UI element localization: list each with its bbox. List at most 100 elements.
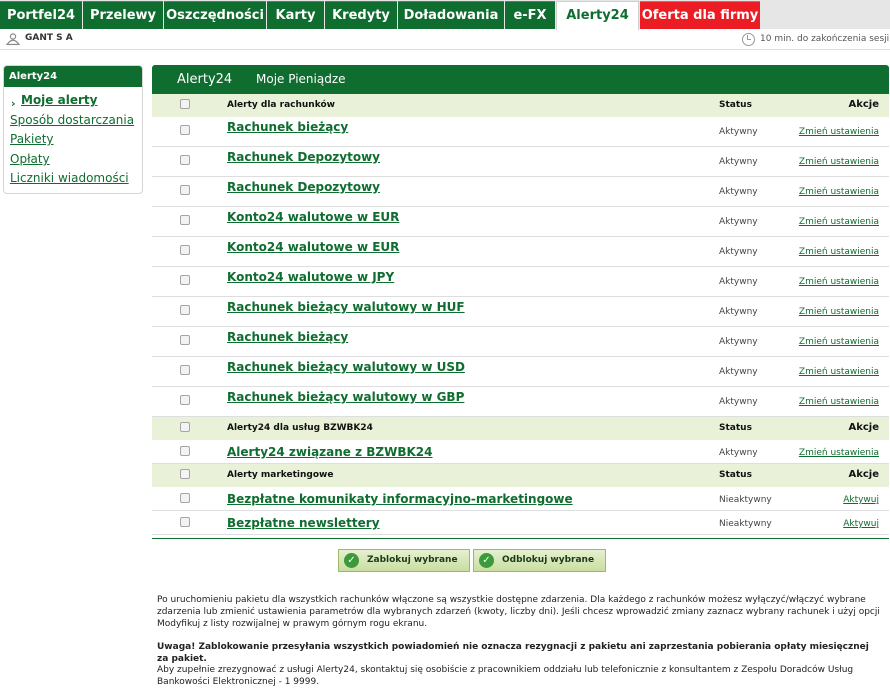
status-text: Aktywny xyxy=(719,397,758,407)
tab-oszczednosci[interactable]: Oszczędności xyxy=(164,1,266,29)
tab-efx[interactable]: e-FX xyxy=(505,1,555,29)
status-header: Status xyxy=(719,100,752,110)
status-text: Aktywny xyxy=(719,367,758,377)
actions-header: Akcje xyxy=(848,469,879,480)
row-action-link[interactable]: Aktywuj xyxy=(843,519,879,529)
table-row: Rachunek bieżący walutowy w HUF Aktywny Zm… xyxy=(152,297,889,327)
row-action-link[interactable]: Zmień ustawienia xyxy=(799,277,879,287)
row-action-link[interactable]: Zmień ustawienia xyxy=(799,337,879,347)
user-bar: GANT S A 10 min. do zakończenia sesji xyxy=(0,29,890,50)
section-header: Alerty marketingowe Status Akcje xyxy=(152,464,889,487)
alert-name-link[interactable]: Bezpłatne newslettery xyxy=(227,516,380,530)
unblock-selected-label: Odblokuj wybrane xyxy=(502,555,595,565)
unblock-selected-button[interactable]: ✓ Odblokuj wybrane xyxy=(473,549,606,572)
tab-karty[interactable]: Karty xyxy=(267,1,324,29)
company-name: GANT S A xyxy=(25,33,73,43)
check-icon: ✓ xyxy=(344,553,359,568)
row-action-link[interactable]: Zmień ustawienia xyxy=(799,127,879,137)
sidebar-item-sposob-dostarczania[interactable]: Sposób dostarczania xyxy=(10,113,134,127)
warning-text: Uwaga! Zablokowanie przesyłania wszystki… xyxy=(157,642,869,664)
status-text: Aktywny xyxy=(719,277,758,287)
tab-doladowania[interactable]: Doładowania xyxy=(398,1,504,29)
table-row: Rachunek Depozytowy Aktywny Zmień ustawien… xyxy=(152,177,889,207)
row-checkbox[interactable] xyxy=(180,185,190,195)
chevron-right-icon: › xyxy=(11,97,16,110)
row-checkbox[interactable] xyxy=(180,493,190,503)
select-all-checkbox[interactable] xyxy=(180,99,190,109)
alert-name-link[interactable]: Rachunek bieżący xyxy=(227,330,348,344)
table-row: Rachunek bieżący walutowy w GBP Aktywny Zm… xyxy=(152,387,889,417)
row-checkbox[interactable] xyxy=(180,335,190,345)
row-checkbox[interactable] xyxy=(180,395,190,405)
status-text: Aktywny xyxy=(719,448,758,458)
row-action-link[interactable]: Zmień ustawienia xyxy=(799,367,879,377)
row-checkbox[interactable] xyxy=(180,305,190,315)
tab-portfel24[interactable]: Portfel24 xyxy=(0,1,82,29)
row-checkbox[interactable] xyxy=(180,245,190,255)
tab-moje-pieniadze[interactable]: Moje Pieniądze xyxy=(256,65,346,94)
row-action-link[interactable]: Aktywuj xyxy=(843,495,879,505)
info-resign: Aby zupełnie zrezygnować z usługi Alerty… xyxy=(157,665,854,687)
sidebar-item-oplaty[interactable]: Opłaty xyxy=(10,152,50,166)
row-checkbox[interactable] xyxy=(180,125,190,135)
status-text: Aktywny xyxy=(719,337,758,347)
main-tabs: Alerty24 Moje Pieniądze xyxy=(152,65,889,94)
alert-name-link[interactable]: Rachunek bieżący walutowy w HUF xyxy=(227,300,465,314)
info-paragraph: Po uruchomieniu pakietu dla wszystkich r… xyxy=(157,595,880,629)
section-header: Alerty24 dla usług BZWBK24 Status Akcje xyxy=(152,417,889,440)
status-text: Aktywny xyxy=(719,187,758,197)
select-all-checkbox[interactable] xyxy=(180,422,190,432)
main-panel: Alerty24 Moje Pieniądze Alerty dla rachu… xyxy=(152,65,889,535)
row-action-link[interactable]: Zmień ustawienia xyxy=(799,157,879,167)
row-action-link[interactable]: Zmień ustawienia xyxy=(799,187,879,197)
table-bottom-divider xyxy=(152,538,889,539)
status-text: Aktywny xyxy=(719,127,758,137)
row-action-link[interactable]: Zmień ustawienia xyxy=(799,448,879,458)
actions-header: Akcje xyxy=(848,99,879,110)
alert-name-link[interactable]: Konto24 walutowe w EUR xyxy=(227,240,399,254)
table-row: Alerty24 związane z BZWBK24 Aktywny Zmień … xyxy=(152,440,889,464)
row-action-link[interactable]: Zmień ustawienia xyxy=(799,217,879,227)
alert-name-link[interactable]: Rachunek bieżący walutowy w GBP xyxy=(227,390,464,404)
actions-header: Akcje xyxy=(848,422,879,433)
sidebar: Alerty24 › Moje alerty Sposób dostarczan… xyxy=(3,65,143,194)
row-action-link[interactable]: Zmień ustawienia xyxy=(799,247,879,257)
table-row: Bezpłatne komunikaty informacyjno-market… xyxy=(152,487,889,511)
status-header: Status xyxy=(719,423,752,433)
alert-name-link[interactable]: Konto24 walutowe w EUR xyxy=(227,210,399,224)
select-all-checkbox[interactable] xyxy=(180,469,190,479)
sidebar-item-moje-alerty[interactable]: Moje alerty xyxy=(21,93,97,107)
sidebar-title: Alerty24 xyxy=(4,66,142,87)
alert-name-link[interactable]: Alerty24 związane z BZWBK24 xyxy=(227,445,433,459)
row-checkbox[interactable] xyxy=(180,275,190,285)
section-title: Alerty24 dla usług BZWBK24 xyxy=(227,423,373,433)
alert-name-link[interactable]: Rachunek bieżący xyxy=(227,120,348,134)
row-action-link[interactable]: Zmień ustawienia xyxy=(799,397,879,407)
alert-name-link[interactable]: Rachunek Depozytowy xyxy=(227,180,380,194)
row-checkbox[interactable] xyxy=(180,446,190,456)
alert-name-link[interactable]: Rachunek bieżący walutowy w USD xyxy=(227,360,465,374)
alert-name-link[interactable]: Konto24 walutowe w JPY xyxy=(227,270,394,284)
tab-kredyty[interactable]: Kredyty xyxy=(325,1,397,29)
tab-oferta-dla-firmy[interactable]: Oferta dla firmy xyxy=(640,1,760,29)
block-selected-label: Zablokuj wybrane xyxy=(367,555,458,565)
alert-name-link[interactable]: Bezpłatne komunikaty informacyjno-market… xyxy=(227,492,573,506)
row-checkbox[interactable] xyxy=(180,517,190,527)
row-checkbox[interactable] xyxy=(180,155,190,165)
tab-main-alerty24[interactable]: Alerty24 xyxy=(177,65,232,94)
status-text: Aktywny xyxy=(719,217,758,227)
top-navigation: Portfel24 Przelewy Oszczędności Karty Kr… xyxy=(0,0,890,30)
tab-alerty24[interactable]: Alerty24 xyxy=(556,1,639,30)
section-title: Alerty marketingowe xyxy=(227,470,334,480)
alert-name-link[interactable]: Rachunek Depozytowy xyxy=(227,150,380,164)
status-text: Aktywny xyxy=(719,307,758,317)
sidebar-item-liczniki-wiadomosci[interactable]: Liczniki wiadomości xyxy=(10,171,129,185)
row-checkbox[interactable] xyxy=(180,215,190,225)
block-selected-button[interactable]: ✓ Zablokuj wybrane xyxy=(338,549,470,572)
status-text: Aktywny xyxy=(719,247,758,257)
table-row: Konto24 walutowe w JPY Aktywny Zmień ustaw… xyxy=(152,267,889,297)
tab-przelewy[interactable]: Przelewy xyxy=(83,1,163,29)
sidebar-item-pakiety[interactable]: Pakiety xyxy=(10,132,54,146)
row-action-link[interactable]: Zmień ustawienia xyxy=(799,307,879,317)
row-checkbox[interactable] xyxy=(180,365,190,375)
